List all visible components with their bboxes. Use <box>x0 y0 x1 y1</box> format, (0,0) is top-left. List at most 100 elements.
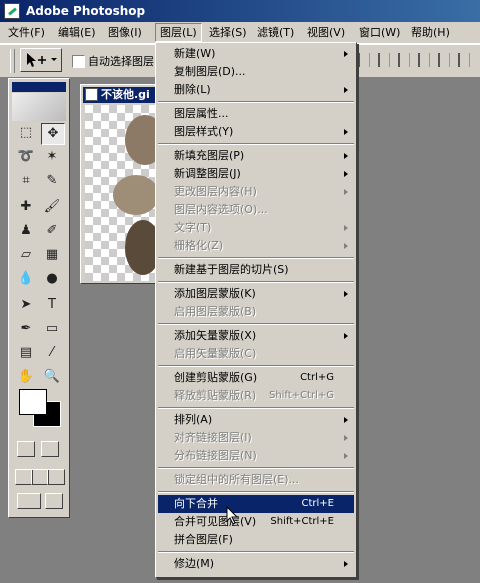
menu-item-matting[interactable]: 修边(M) <box>158 555 354 573</box>
distribute-icon[interactable] <box>418 53 430 67</box>
menu-item-new[interactable]: 新建(W) <box>158 45 354 63</box>
raccoon-image <box>125 115 159 165</box>
submenu-arrow-icon <box>344 171 348 177</box>
raccoon-image <box>125 220 159 275</box>
menu-layer[interactable]: 图层(L) <box>155 23 202 42</box>
shape-icon[interactable]: ▭ <box>41 319 63 339</box>
standard-mode-icon[interactable] <box>17 441 35 457</box>
menu-item-delete[interactable]: 删除(L) <box>158 81 354 99</box>
type-icon[interactable]: T <box>41 295 63 315</box>
magic-wand-icon[interactable]: ✶ <box>41 147 63 167</box>
menu-item-layer-content-options[interactable]: 图层内容选项(O)... <box>158 201 354 219</box>
brush-icon[interactable]: 🖌 <box>41 197 63 217</box>
window-title: Adobe Photoshop <box>26 4 146 18</box>
menu-item-change-layer-content[interactable]: 更改图层内容(H) <box>158 183 354 201</box>
options-bar-grip[interactable] <box>10 49 15 73</box>
tool-preset-picker[interactable] <box>20 48 62 72</box>
menu-separator <box>158 491 354 493</box>
menu-item-new-adjustment-layer[interactable]: 新调整图层(J) <box>158 165 354 183</box>
menu-view[interactable]: 视图(V) <box>303 24 349 41</box>
submenu-arrow-icon <box>344 417 348 423</box>
submenu-arrow-icon <box>344 153 348 159</box>
image-canvas[interactable] <box>85 105 159 281</box>
menu-item-enable-layer-mask[interactable]: 启用图层蒙版(B) <box>158 303 354 321</box>
menu-item-new-layer-based-slice[interactable]: 新建基于图层的切片(S) <box>158 261 354 279</box>
foreground-color-swatch[interactable] <box>19 389 47 415</box>
mouse-cursor-icon <box>226 506 239 525</box>
menu-file[interactable]: 文件(F) <box>4 24 49 41</box>
menu-separator <box>158 407 354 409</box>
menu-image[interactable]: 图像(I) <box>104 24 146 41</box>
menu-item-add-layer-mask[interactable]: 添加图层蒙版(K) <box>158 285 354 303</box>
menu-item-type[interactable]: 文字(T) <box>158 219 354 237</box>
menu-item-duplicate-layer[interactable]: 复制图层(D)... <box>158 63 354 81</box>
slice-icon[interactable]: ✎ <box>41 171 63 191</box>
gradient-icon[interactable]: ▦ <box>41 245 63 265</box>
menu-separator <box>158 143 354 145</box>
menu-item-create-clipping-mask[interactable]: 创建剪贴蒙版(G) Ctrl+G <box>158 369 354 387</box>
dodge-icon[interactable]: ● <box>41 269 63 289</box>
auto-select-layer-label: 自动选择图层 <box>88 55 154 68</box>
eraser-icon[interactable]: ▱ <box>15 245 37 265</box>
menu-separator <box>158 323 354 325</box>
move-icon[interactable]: ✥ <box>41 123 65 145</box>
menu-separator <box>158 257 354 259</box>
menu-separator <box>158 365 354 367</box>
document-window[interactable]: 不该他.gi <box>80 84 160 284</box>
submenu-arrow-icon <box>344 87 348 93</box>
menu-item-merge-visible[interactable]: 合并可见图层(V) Shift+Ctrl+E <box>158 513 354 531</box>
history-brush-icon[interactable]: ✐ <box>41 221 63 241</box>
submenu-arrow-icon <box>344 453 348 459</box>
menu-item-distribute-linked[interactable]: 分布链接图层(N) <box>158 447 354 465</box>
menu-item-flatten-image[interactable]: 拼合图层(F) <box>158 531 354 549</box>
menu-bar: 文件(F) 编辑(E) 图像(I) 图层(L) 选择(S) 滤镜(T) 视图(V… <box>0 22 480 44</box>
menu-help[interactable]: 帮助(H) <box>407 24 454 41</box>
submenu-arrow-icon <box>344 243 348 249</box>
menu-item-lock-all-layers-in-set[interactable]: 锁定组中的所有图层(E)... <box>158 471 354 489</box>
menu-filter[interactable]: 滤镜(T) <box>253 24 298 41</box>
menu-item-merge-down[interactable]: 向下合并 Ctrl+E <box>158 495 354 513</box>
auto-select-layer-checkbox[interactable] <box>72 55 85 68</box>
menu-item-layer-properties[interactable]: 图层属性... <box>158 105 354 123</box>
quick-mask-icon[interactable] <box>41 441 59 457</box>
notes-icon[interactable]: ▤ <box>15 343 37 363</box>
menu-item-add-vector-mask[interactable]: 添加矢量蒙版(X) <box>158 327 354 345</box>
submenu-arrow-icon <box>344 561 348 567</box>
layer-menu-dropdown: 新建(W) 复制图层(D)... 删除(L) 图层属性... 图层样式(Y) 新… <box>155 42 357 578</box>
menu-item-rasterize[interactable]: 栅格化(Z) <box>158 237 354 255</box>
path-selection-icon[interactable]: ➤ <box>15 295 37 315</box>
toolbox: ⬚ ✥ ➰ ✶ ⌗ ✎ ✚ 🖌 ♟ ✐ ▱ ▦ 💧 ● ➤ T ✒ ▭ ▤ ⁄ … <box>8 78 70 518</box>
distribute-icon[interactable] <box>438 53 450 67</box>
menu-item-layer-style[interactable]: 图层样式(Y) <box>158 123 354 141</box>
blur-icon[interactable]: 💧 <box>15 269 37 289</box>
align-icon[interactable] <box>398 53 410 67</box>
menu-item-arrange[interactable]: 排列(A) <box>158 411 354 429</box>
menu-window[interactable]: 窗口(W) <box>355 24 404 41</box>
menu-item-new-fill-layer[interactable]: 新填充图层(P) <box>158 147 354 165</box>
pen-icon[interactable]: ✒ <box>15 319 37 339</box>
healing-brush-icon[interactable]: ✚ <box>15 197 37 217</box>
screen-mode-full-icon[interactable] <box>47 469 65 485</box>
checkmark-icon[interactable] <box>45 493 63 509</box>
menu-select[interactable]: 选择(S) <box>205 24 251 41</box>
menu-item-release-clipping-mask[interactable]: 释放剪贴蒙版(R) Shift+Ctrl+G <box>158 387 354 405</box>
submenu-arrow-icon <box>344 291 348 297</box>
menu-item-enable-vector-mask[interactable]: 启用矢量蒙版(C) <box>158 345 354 363</box>
submenu-arrow-icon <box>344 333 348 339</box>
feather-logo-icon <box>12 93 66 121</box>
clone-stamp-icon[interactable]: ♟ <box>15 221 37 241</box>
zoom-icon[interactable]: 🔍 <box>41 367 63 387</box>
jump-to-imageready-icon[interactable] <box>17 493 41 509</box>
submenu-arrow-icon <box>344 51 348 57</box>
lasso-icon[interactable]: ➰ <box>15 147 37 167</box>
eyedropper-icon[interactable]: ⁄ <box>41 343 63 363</box>
menu-item-align-linked[interactable]: 对齐链接图层(I) <box>158 429 354 447</box>
align-icon[interactable] <box>378 53 390 67</box>
menu-edit[interactable]: 编辑(E) <box>54 24 100 41</box>
hand-icon[interactable]: ✋ <box>15 367 37 387</box>
marquee-icon[interactable]: ⬚ <box>15 123 37 143</box>
move-tool-icon <box>27 53 57 67</box>
crop-icon[interactable]: ⌗ <box>15 171 37 191</box>
align-icon[interactable] <box>358 53 370 67</box>
distribute-icon[interactable] <box>458 53 470 67</box>
